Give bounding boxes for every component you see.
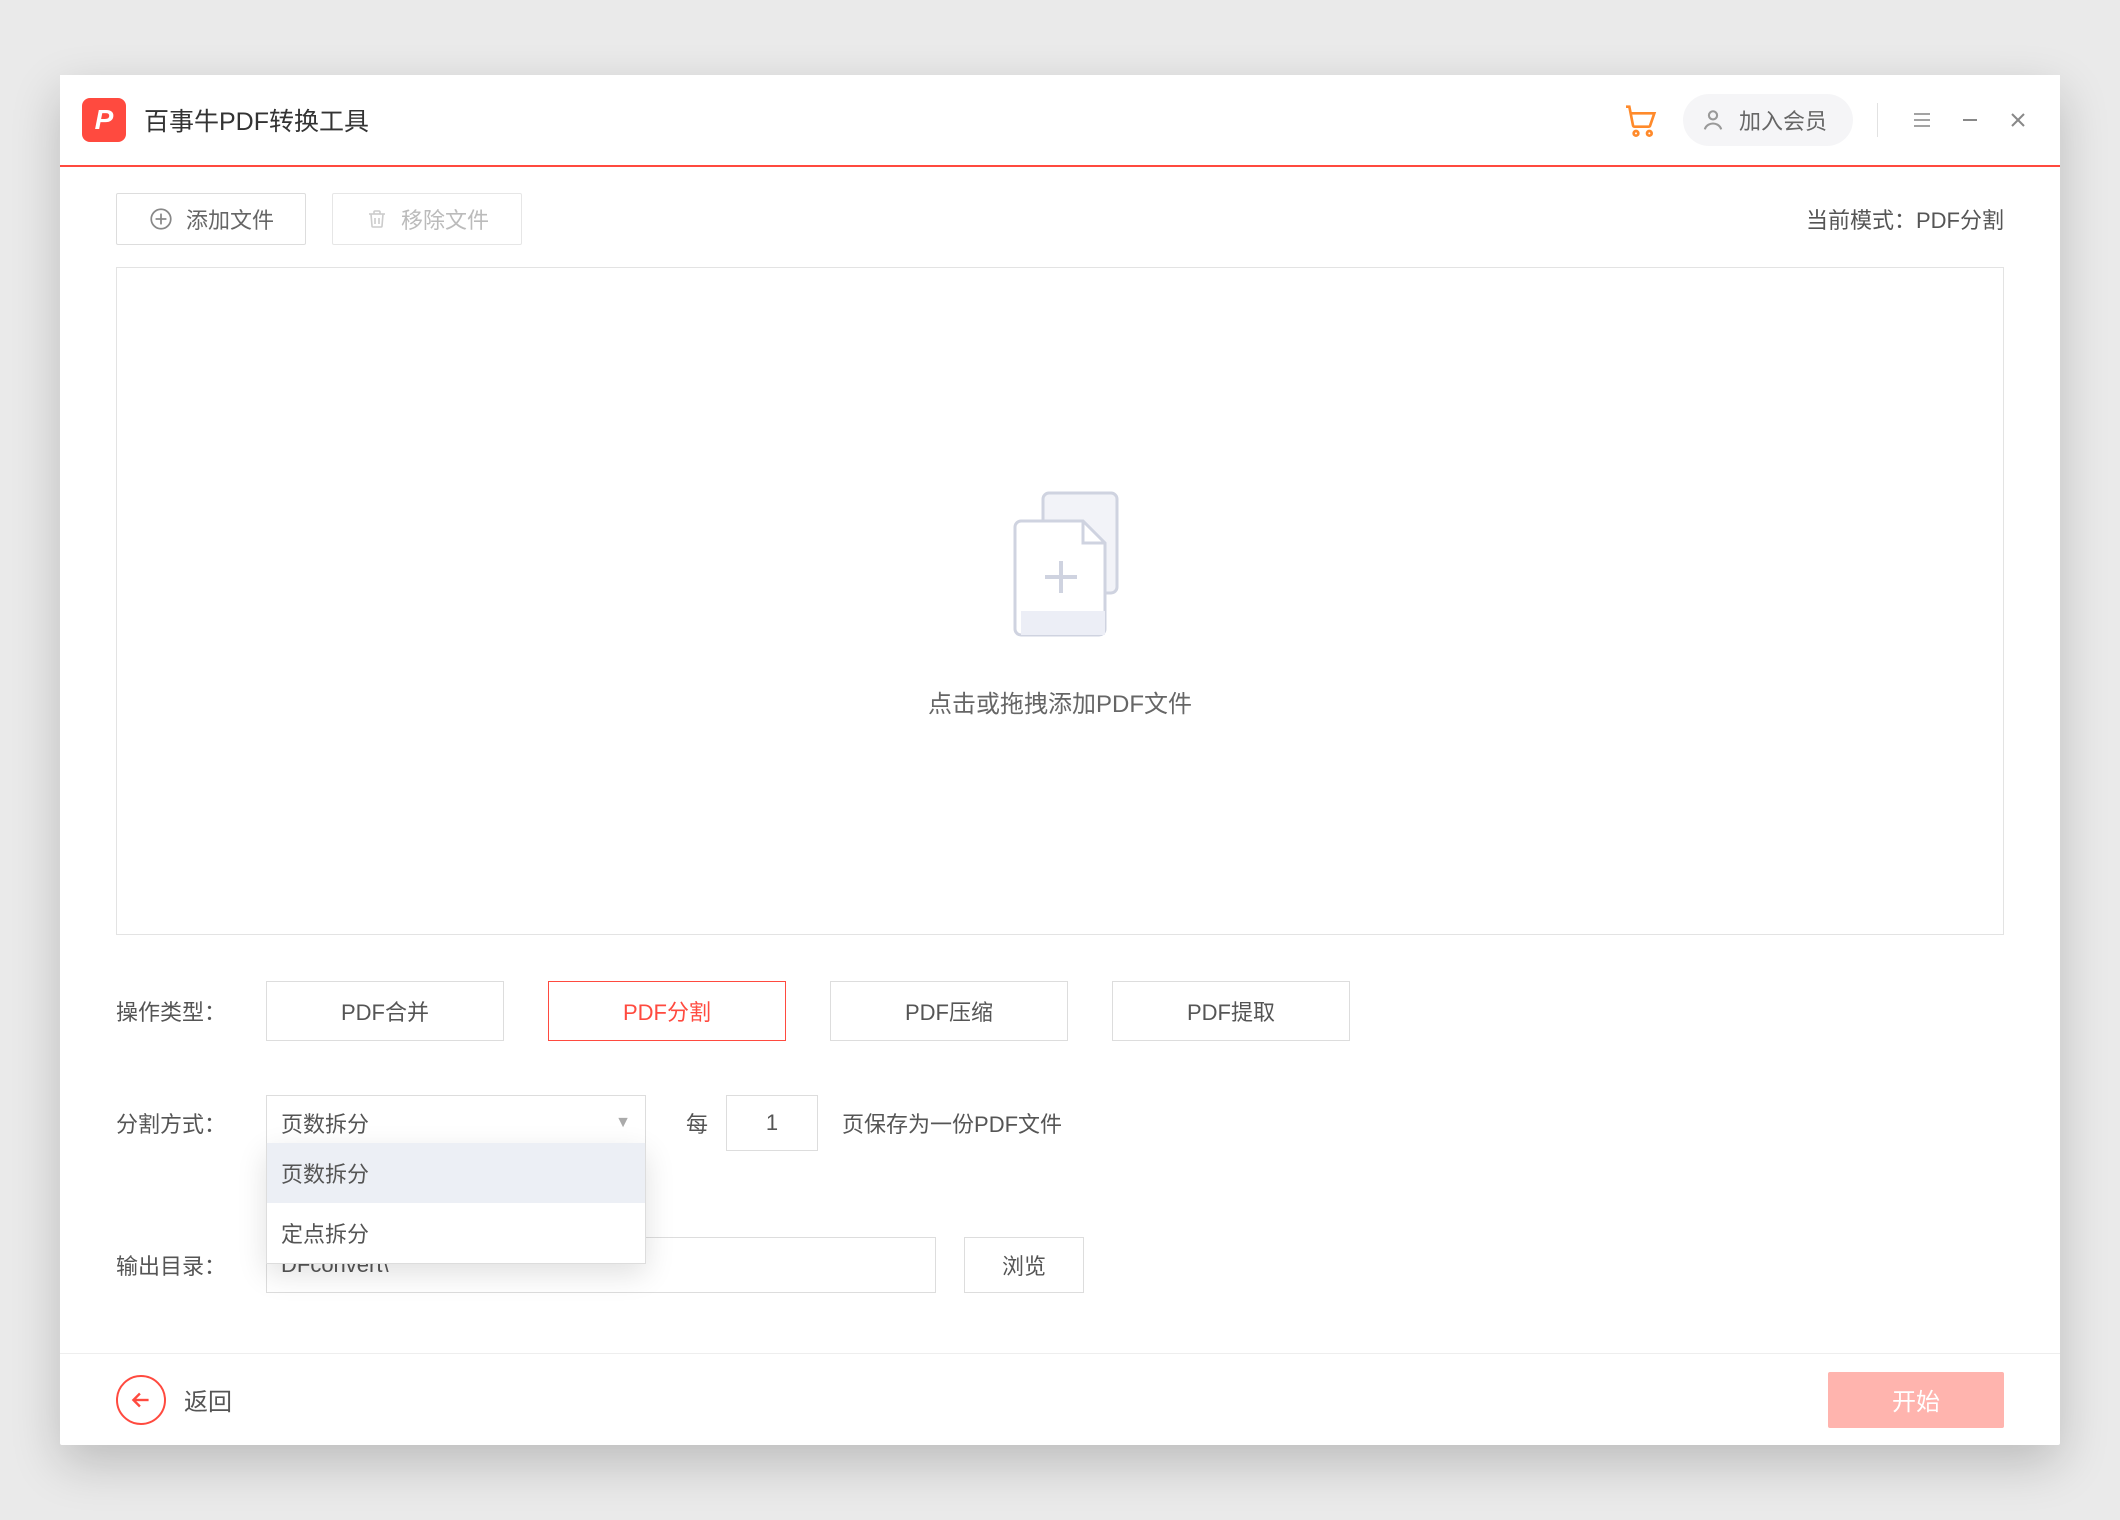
remove-file-button[interactable]: 移除文件 xyxy=(332,193,522,245)
menu-icon[interactable] xyxy=(1902,100,1942,140)
join-member-label: 加入会员 xyxy=(1739,104,1827,136)
options-area: 操作类型： PDF合并 PDF分割 PDF压缩 PDF提取 分割方式： 页数拆分… xyxy=(60,935,2060,1301)
back-button[interactable]: 返回 xyxy=(116,1375,232,1425)
current-mode-label: 当前模式：PDF分割 xyxy=(1806,203,2004,235)
operation-type-row: 操作类型： PDF合并 PDF分割 PDF压缩 PDF提取 xyxy=(116,975,2004,1047)
app-title: 百事牛PDF转换工具 xyxy=(144,102,369,138)
split-method-dropdown: 页数拆分 定点拆分 xyxy=(266,1143,646,1264)
document-add-icon xyxy=(985,483,1135,648)
app-window: P 百事牛PDF转换工具 加入会员 xyxy=(60,75,2060,1445)
minimize-button[interactable] xyxy=(1950,100,1990,140)
file-drop-area[interactable]: 点击或拖拽添加PDF文件 xyxy=(116,267,2004,935)
app-logo-icon: P xyxy=(82,98,126,142)
op-split-button[interactable]: PDF分割 xyxy=(548,981,786,1041)
plus-circle-icon xyxy=(148,206,174,232)
toolbar: 添加文件 移除文件 当前模式：PDF分割 xyxy=(60,167,2060,245)
titlebar: P 百事牛PDF转换工具 加入会员 xyxy=(60,75,2060,167)
pages-suffix-label: 页保存为一份PDF文件 xyxy=(842,1107,1062,1139)
op-extract-button[interactable]: PDF提取 xyxy=(1112,981,1350,1041)
chevron-down-icon: ▼ xyxy=(615,1114,631,1132)
footer: 返回 开始 xyxy=(60,1353,2060,1445)
op-merge-button[interactable]: PDF合并 xyxy=(266,981,504,1041)
back-arrow-icon xyxy=(116,1375,166,1425)
operation-type-label: 操作类型： xyxy=(116,995,266,1027)
op-compress-button[interactable]: PDF压缩 xyxy=(830,981,1068,1041)
trash-icon xyxy=(365,207,389,231)
output-dir-label: 输出目录： xyxy=(116,1249,266,1281)
split-option-fixed[interactable]: 定点拆分 xyxy=(267,1203,645,1263)
split-method-selected: 页数拆分 xyxy=(281,1107,369,1139)
start-button[interactable]: 开始 xyxy=(1828,1372,2004,1428)
split-option-pages[interactable]: 页数拆分 xyxy=(267,1143,645,1203)
add-file-button[interactable]: 添加文件 xyxy=(116,193,306,245)
split-method-row: 分割方式： 页数拆分 ▼ 每 页保存为一份PDF文件 页数拆分 定点拆分 xyxy=(116,1087,2004,1159)
drop-hint: 点击或拖拽添加PDF文件 xyxy=(928,684,1192,719)
join-member-button[interactable]: 加入会员 xyxy=(1683,94,1853,146)
user-icon xyxy=(1699,106,1727,134)
close-button[interactable] xyxy=(1998,100,2038,140)
back-label: 返回 xyxy=(184,1382,232,1417)
pages-per-file-input[interactable] xyxy=(726,1095,818,1151)
cart-icon[interactable] xyxy=(1621,100,1661,140)
add-file-label: 添加文件 xyxy=(186,203,274,235)
remove-file-label: 移除文件 xyxy=(401,203,489,235)
split-method-label: 分割方式： xyxy=(116,1107,266,1139)
titlebar-divider xyxy=(1877,103,1878,137)
every-label: 每 xyxy=(686,1107,708,1139)
browse-button[interactable]: 浏览 xyxy=(964,1237,1084,1293)
